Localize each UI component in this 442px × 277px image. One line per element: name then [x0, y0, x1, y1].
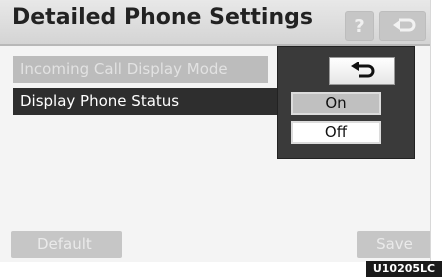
option-on-button[interactable]: On: [291, 92, 381, 115]
panel-back-button[interactable]: [329, 57, 395, 85]
option-off-button[interactable]: Off: [291, 121, 381, 144]
page-title: Detailed Phone Settings: [12, 5, 313, 30]
title-bar: Detailed Phone Settings ?: [0, 0, 430, 46]
default-button[interactable]: Default: [11, 231, 122, 258]
return-arrow-icon: [351, 62, 375, 78]
settings-screen: Detailed Phone Settings ? Incoming Call …: [0, 0, 431, 262]
display-phone-status-item[interactable]: Display Phone Status: [13, 88, 281, 115]
figure-code-label: U10205LC: [366, 261, 442, 277]
incoming-call-display-mode-item: Incoming Call Display Mode: [13, 56, 268, 83]
back-button[interactable]: [379, 11, 426, 41]
help-button[interactable]: ?: [345, 11, 374, 41]
options-panel: On Off: [277, 46, 415, 159]
save-button[interactable]: Save: [357, 231, 430, 258]
return-arrow-icon: [392, 18, 415, 32]
